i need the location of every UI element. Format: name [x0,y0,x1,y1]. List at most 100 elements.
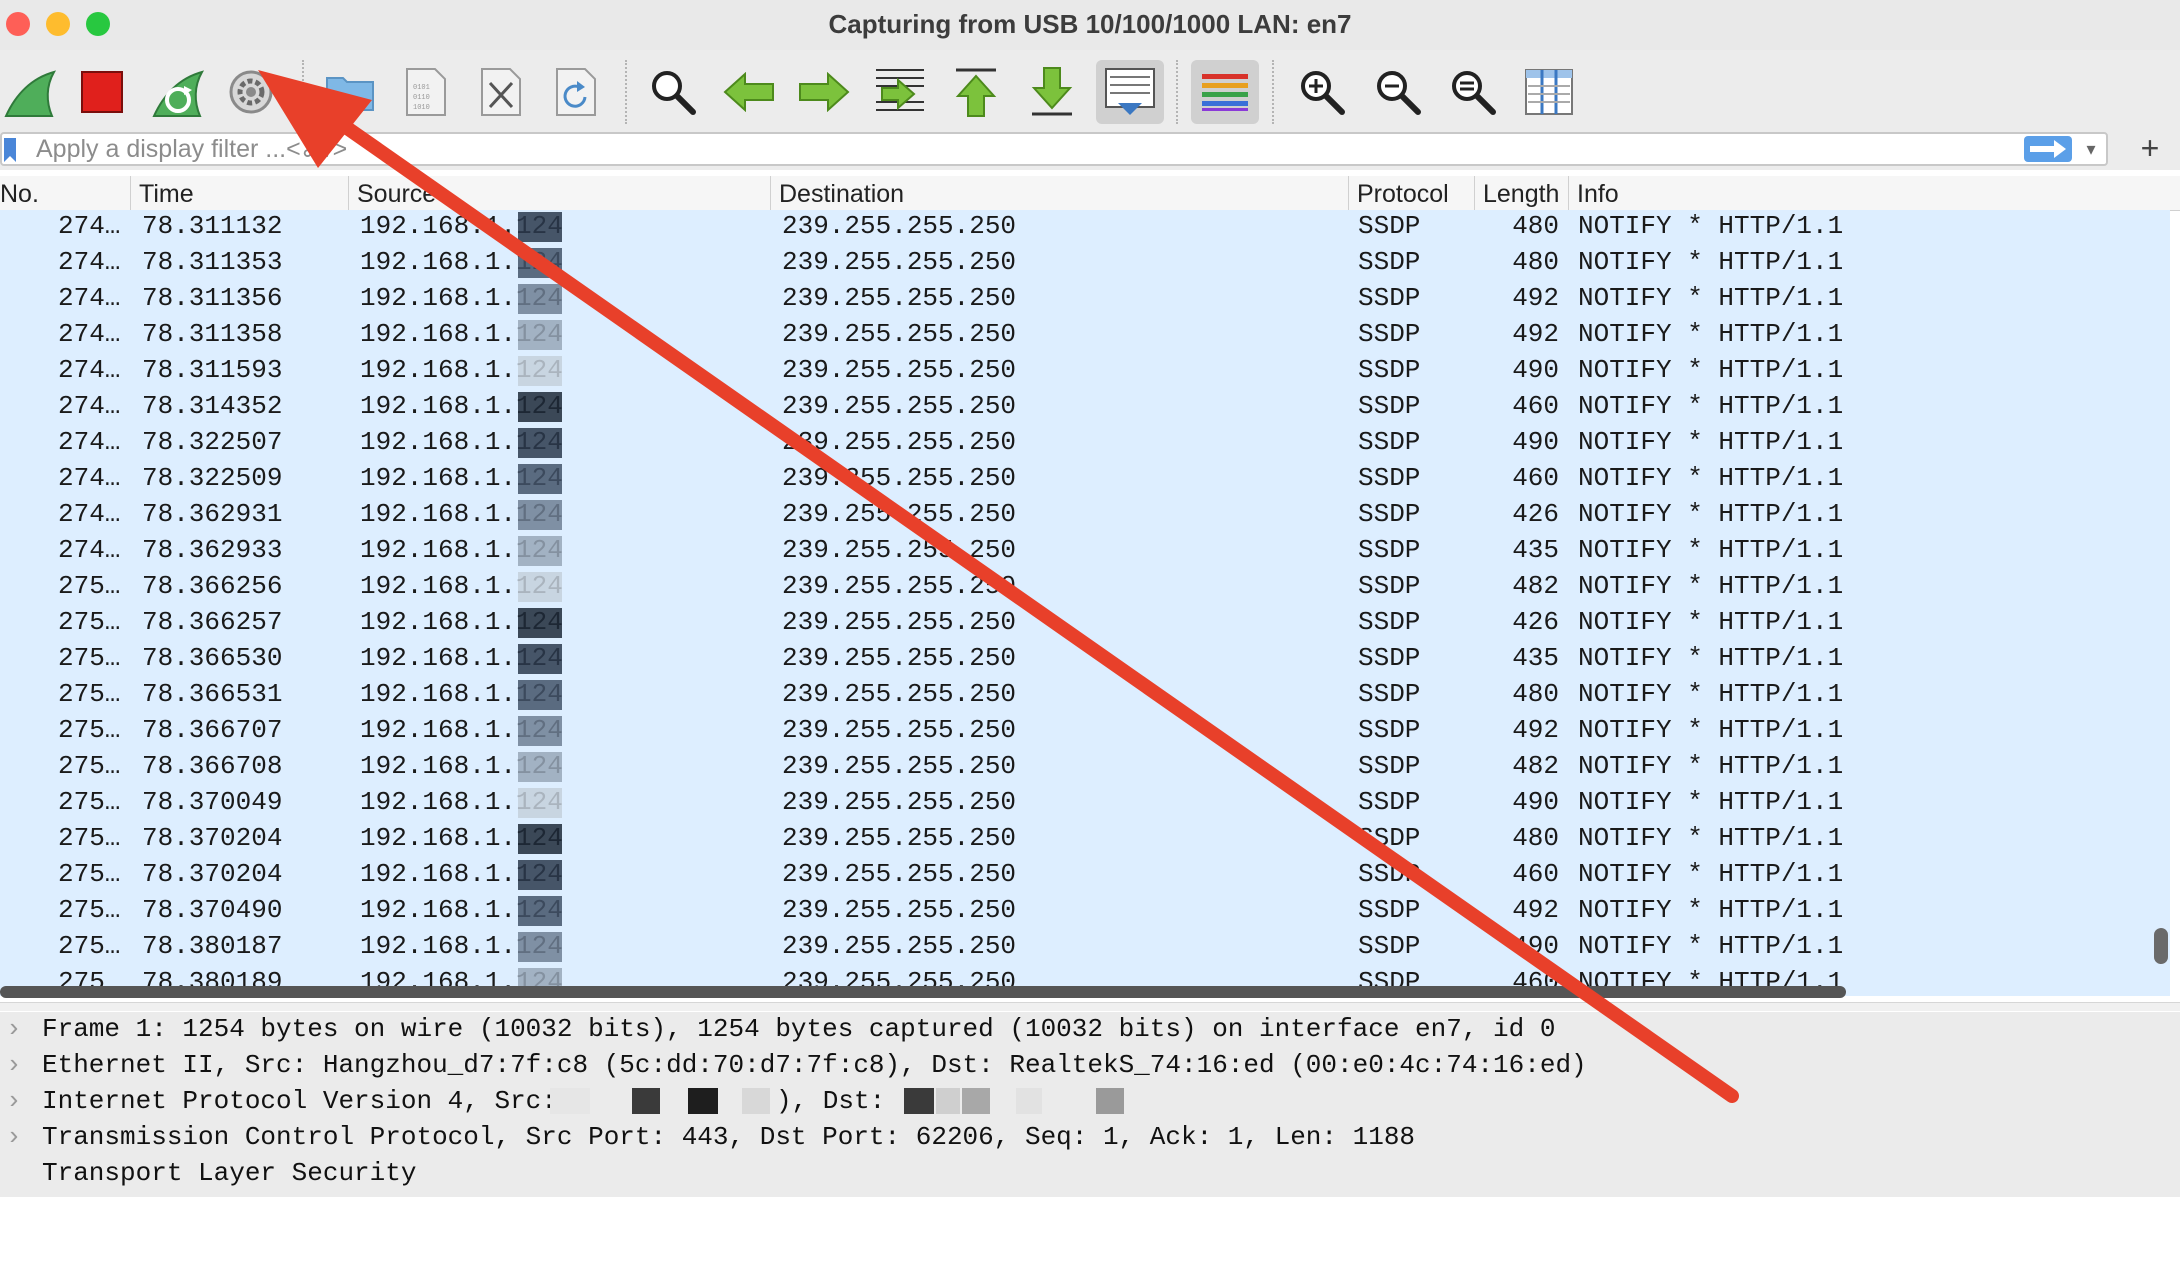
detail-row[interactable]: Transport Layer Security [0,1156,2180,1192]
packet-time-cell: 78.314352 [142,391,283,421]
go-to-packet-button[interactable] [868,60,932,124]
stop-capture-button[interactable] [70,60,134,124]
gear-icon [229,70,273,114]
packet-proto-cell: SSDP [1358,319,1421,349]
filter-history-dropdown[interactable]: ▾ [2078,134,2104,164]
packet-info-cell: NOTIFY * HTTP/1.1 [1578,499,1844,529]
redaction-block [550,1088,590,1114]
packet-dst-cell: 239.255.255.250 [782,787,1017,817]
detail-row[interactable]: › Ethernet II, Src: Hangzhou_d7:7f:c8 (5c… [0,1048,2180,1084]
detail-row[interactable]: › Frame 1: 1254 bytes on wire (10032 bits… [0,1012,2180,1048]
packet-list-horizontal-scrollbar[interactable] [0,986,1846,998]
packet-row[interactable]: 275… 78.370204 192.168.1.124 239.255.255.25… [0,822,2170,858]
packet-no-cell: 274… [58,391,121,421]
packet-row[interactable]: 274… 78.322507 192.168.1.124 239.255.255.25… [0,426,2170,462]
packet-row[interactable]: 274… 78.362933 192.168.1.124 239.255.255.25… [0,534,2170,570]
normal-size-button[interactable] [1441,60,1505,124]
packet-row[interactable]: 275… 78.370204 192.168.1.124 239.255.255.25… [0,858,2170,894]
packet-proto-cell: SSDP [1358,535,1421,565]
packet-no-cell: 275… [58,571,121,601]
packet-row[interactable]: 274… 78.362931 192.168.1.124 239.255.255.25… [0,498,2170,534]
display-filter-input[interactable]: Apply a display filter ...<⌘/> ▾ [0,132,2108,166]
packet-info-cell: NOTIFY * HTTP/1.1 [1578,607,1844,637]
redaction-block [518,896,562,926]
packet-info-cell: NOTIFY * HTTP/1.1 [1578,823,1844,853]
packet-len-cell: 492 [1512,715,1559,745]
detail-row[interactable]: › Internet Protocol Version 4, Src:), Dst… [0,1084,2180,1120]
redaction-block [936,1088,960,1114]
go-forward-button[interactable] [792,60,856,124]
chevron-right-icon[interactable]: › [6,1012,22,1046]
packet-proto-cell: SSDP [1358,355,1421,385]
redaction-block [1016,1088,1042,1114]
restart-capture-button[interactable] [146,60,210,124]
packet-list-vertical-scrollbar[interactable] [2154,928,2168,964]
zoom-out-button[interactable] [1366,60,1430,124]
arrow-left-icon [723,72,774,112]
colorize-button[interactable] [1191,60,1259,124]
pane-splitter[interactable] [0,1002,2180,1011]
close-file-button[interactable] [469,60,533,124]
chevron-right-icon[interactable]: › [6,1048,22,1082]
redaction-block [518,788,562,818]
packet-row[interactable]: 275… 78.370490 192.168.1.124 239.255.255.25… [0,894,2170,930]
resize-columns-button[interactable] [1517,60,1581,124]
packet-row[interactable]: 274… 78.311132 192.168.1.124 239.255.255.25… [0,210,2170,246]
column-no[interactable]: No. [0,176,131,210]
reload-file-button[interactable] [544,60,608,124]
zoom-in-button[interactable] [1290,60,1354,124]
bookmark-icon[interactable] [4,138,16,162]
packet-proto-cell: SSDP [1358,823,1421,853]
apply-filter-button[interactable] [2024,136,2072,162]
column-time[interactable]: Time [131,176,349,210]
packet-row[interactable]: 275… 78.366708 192.168.1.124 239.255.255.25… [0,750,2170,786]
packet-row[interactable]: 275… 78.380187 192.168.1.124 239.255.255.25… [0,930,2170,966]
redaction-block [518,248,562,278]
packet-row[interactable]: 274… 78.311593 192.168.1.124 239.255.255.25… [0,354,2170,390]
packet-time-cell: 78.370204 [142,823,283,853]
packet-row[interactable]: 275… 78.366531 192.168.1.124 239.255.255.25… [0,678,2170,714]
packet-row[interactable]: 274… 78.314352 192.168.1.124 239.255.255.25… [0,390,2170,426]
chevron-right-icon[interactable]: › [6,1084,22,1118]
packet-no-cell: 275… [58,859,121,889]
add-filter-button[interactable]: + [2130,130,2170,168]
stop-icon [81,71,123,113]
packet-row[interactable]: 275… 78.366256 192.168.1.124 239.255.255.25… [0,570,2170,606]
packet-time-cell: 78.366256 [142,571,283,601]
packet-no-cell: 274… [58,427,121,457]
packet-row[interactable]: 274… 78.322509 192.168.1.124 239.255.255.25… [0,462,2170,498]
packet-row[interactable]: 275… 78.366257 192.168.1.124 239.255.255.25… [0,606,2170,642]
packet-row[interactable]: 274… 78.311356 192.168.1.124 239.255.255.25… [0,282,2170,318]
packet-list[interactable]: 274… 78.311132 192.168.1.124 239.255.255.25… [0,210,2170,996]
column-source[interactable]: Source [349,176,771,210]
last-packet-button[interactable] [1020,60,1084,124]
open-file-button[interactable] [318,60,382,124]
packet-dst-cell: 239.255.255.250 [782,859,1017,889]
chevron-right-icon[interactable]: › [6,1120,22,1154]
packet-row[interactable]: 274… 78.311353 192.168.1.124 239.255.255.25… [0,246,2170,282]
packet-row[interactable]: 275… 78.370049 192.168.1.124 239.255.255.25… [0,786,2170,822]
packet-time-cell: 78.380187 [142,931,283,961]
packet-info-cell: NOTIFY * HTTP/1.1 [1578,643,1844,673]
zoom-in-icon [1301,71,1345,115]
start-capture-button[interactable] [0,60,62,124]
packet-dst-cell: 239.255.255.250 [782,499,1017,529]
packet-row[interactable]: 275… 78.366707 192.168.1.124 239.255.255.25… [0,714,2170,750]
capture-options-button[interactable] [219,60,283,124]
packet-info-cell: NOTIFY * HTTP/1.1 [1578,283,1844,313]
column-info[interactable]: Info [1569,176,2180,210]
packet-row[interactable]: 274… 78.311358 192.168.1.124 239.255.255.25… [0,318,2170,354]
find-packet-button[interactable] [641,60,705,124]
save-file-button[interactable]: 0101 0110 1010 [394,60,458,124]
detail-row-text: Transport Layer Security [42,1158,417,1188]
autoscroll-button[interactable] [1096,60,1164,124]
detail-row[interactable]: › Transmission Control Protocol, Src Port… [0,1120,2180,1156]
go-back-button[interactable] [717,60,781,124]
first-packet-button[interactable] [944,60,1008,124]
column-destination[interactable]: Destination [771,176,1349,210]
packet-row[interactable]: 275… 78.366530 192.168.1.124 239.255.255.25… [0,642,2170,678]
packet-info-cell: NOTIFY * HTTP/1.1 [1578,859,1844,889]
column-length[interactable]: Length [1475,176,1569,210]
column-protocol[interactable]: Protocol [1349,176,1475,210]
packet-time-cell: 78.362933 [142,535,283,565]
